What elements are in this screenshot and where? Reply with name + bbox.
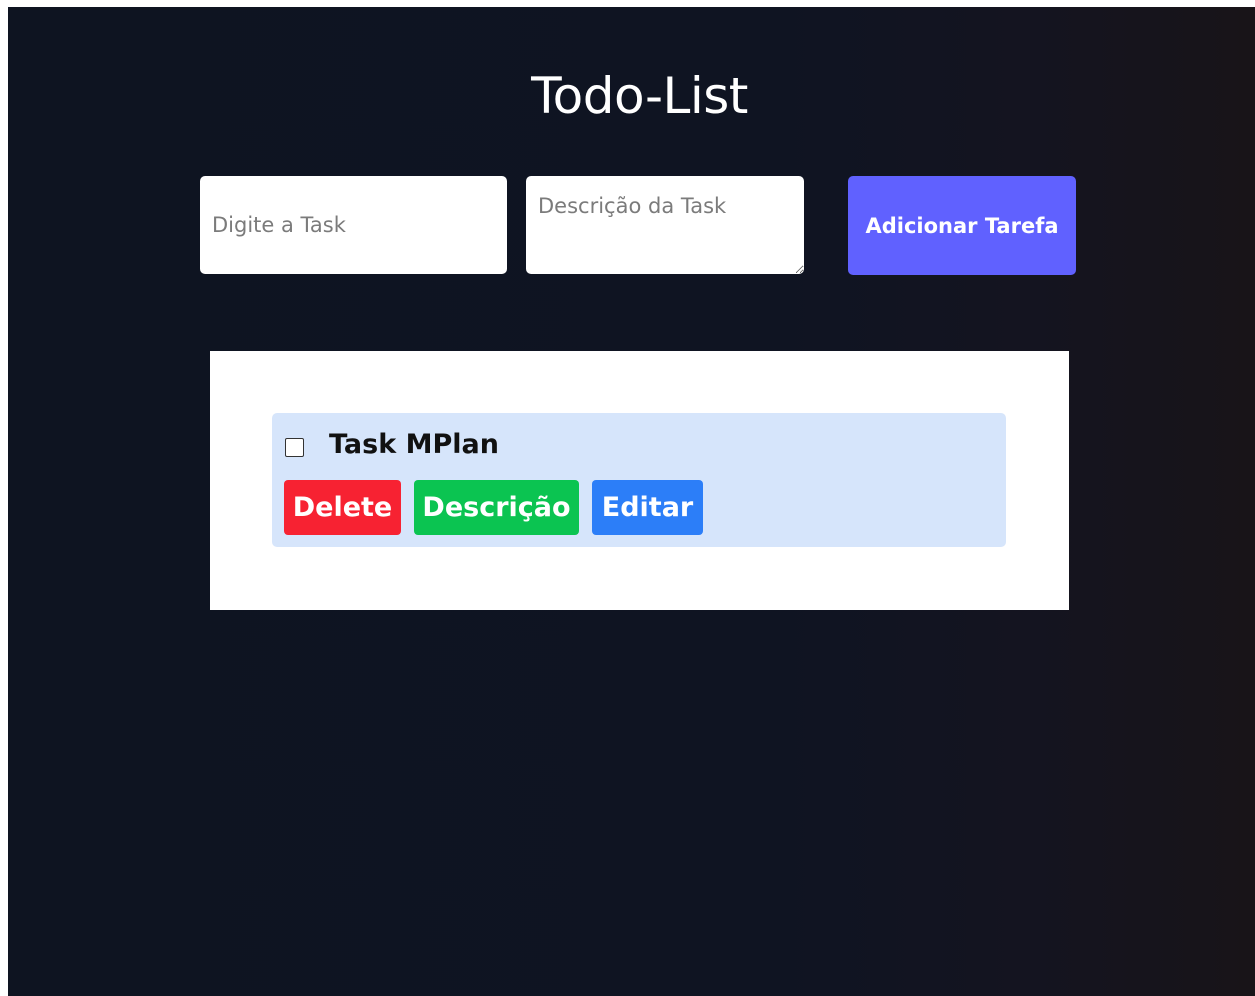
task-complete-checkbox[interactable]	[285, 438, 304, 457]
delete-task-button[interactable]: Delete	[284, 480, 401, 535]
app-container: Todo-List Adicionar Tarefa Task MPlan De…	[8, 7, 1255, 996]
page-title: Todo-List	[531, 67, 748, 125]
add-task-button[interactable]: Adicionar Tarefa	[848, 176, 1076, 275]
task-title: Task MPlan	[329, 429, 499, 460]
show-description-button[interactable]: Descrição	[414, 480, 579, 535]
task-description-textarea[interactable]	[526, 176, 804, 274]
task-list-panel: Task MPlan Delete Descrição Editar	[210, 351, 1069, 610]
edit-task-button[interactable]: Editar	[592, 480, 703, 535]
task-name-input[interactable]	[200, 176, 507, 274]
task-item: Task MPlan Delete Descrição Editar	[272, 413, 1006, 547]
